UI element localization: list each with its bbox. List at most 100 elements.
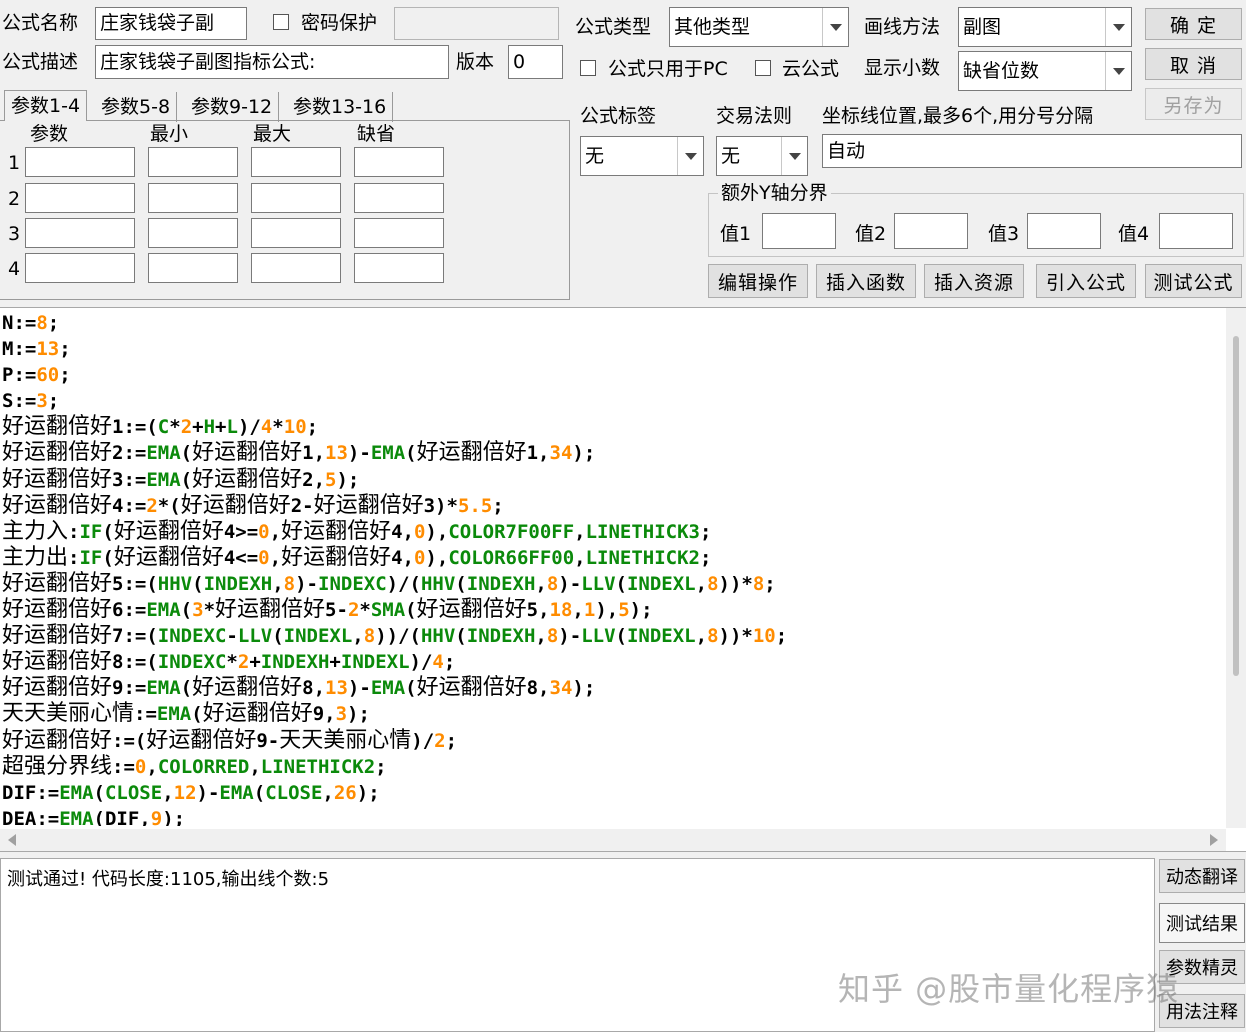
- param-2-default[interactable]: [354, 183, 444, 213]
- insert-function-button[interactable]: 插入函数: [816, 264, 916, 298]
- test-formula-button[interactable]: 测试公式: [1145, 264, 1242, 298]
- tab-params-13-16[interactable]: 参数13-16: [287, 92, 394, 122]
- value2-input[interactable]: [894, 213, 968, 249]
- code-line[interactable]: S:=3;: [2, 388, 1222, 414]
- code-line[interactable]: 好运翻倍好4:=2*(好运翻倍好2-好运翻倍好3)*5.5;: [2, 493, 1222, 519]
- param-3-default[interactable]: [354, 218, 444, 248]
- formula-desc-input[interactable]: 庄家钱袋子副图指标公式:: [95, 45, 449, 79]
- code-function: COLORRED: [157, 755, 250, 778]
- code-text[interactable]: N:=8; M:=13; P:=60; S:=3; 好运翻倍好1:=(C*2+H+L)/…: [2, 310, 1222, 826]
- code-function: EMA: [59, 807, 94, 826]
- code-token: 4,: [391, 546, 414, 569]
- code-token: 好运翻倍好: [2, 623, 113, 649]
- tab-params-5-8[interactable]: 参数5-8: [95, 92, 178, 122]
- param-2-name[interactable]: [25, 183, 135, 213]
- code-token: );: [572, 677, 596, 700]
- code-line[interactable]: 好运翻倍好2:=EMA(好运翻倍好1,13)-EMA(好运翻倍好1,34);: [2, 440, 1222, 466]
- code-function: SMA: [370, 599, 406, 622]
- decimals-value: 缺省位数: [963, 60, 1040, 82]
- param-4-min[interactable]: [148, 253, 238, 283]
- param-1-max[interactable]: [251, 147, 341, 177]
- code-line[interactable]: 好运翻倍好7:=(INDEXC-LLV(INDEXL,8))/(HHV(INDE…: [2, 623, 1222, 649]
- code-token: ,: [322, 781, 334, 804]
- draw-method-select[interactable]: 副图: [958, 7, 1132, 47]
- code-line[interactable]: 好运翻倍好3:=EMA(好运翻倍好2,5);: [2, 467, 1222, 493]
- dynamic-translate-button[interactable]: 动态翻译: [1159, 859, 1245, 893]
- version-label: 版本: [456, 51, 495, 73]
- code-token: 3)*: [423, 494, 458, 517]
- param-3-min[interactable]: [148, 218, 238, 248]
- code-token: ,: [535, 572, 547, 595]
- code-line[interactable]: 好运翻倍好6:=EMA(3*好运翻倍好5-2*SMA(好运翻倍好5,18,1),…: [2, 597, 1222, 623]
- coord-line-input[interactable]: 自动: [822, 134, 1242, 168]
- trade-rule-select[interactable]: 无: [716, 136, 808, 176]
- tab-params-1-4[interactable]: 参数1-4: [4, 90, 88, 121]
- scroll-left-icon[interactable]: [8, 834, 16, 846]
- edit-operation-button[interactable]: 编辑操作: [708, 264, 808, 298]
- code-token: 主力入: [2, 518, 69, 544]
- insert-resource-button[interactable]: 插入资源: [924, 264, 1024, 298]
- param-3-max[interactable]: [251, 218, 341, 248]
- param-2-max[interactable]: [251, 183, 341, 213]
- cancel-button[interactable]: 取 消: [1145, 48, 1242, 80]
- param-1-name[interactable]: [25, 147, 135, 177]
- code-function: EMA: [146, 468, 181, 491]
- code-line[interactable]: DIF:=EMA(CLOSE,12)-EMA(CLOSE,26);: [2, 780, 1222, 806]
- code-line[interactable]: 主力出:IF(好运翻倍好4<=0,好运翻倍好4,0),COLOR66FF00,L…: [2, 545, 1222, 571]
- code-line[interactable]: 天天美丽心情:=EMA(好运翻倍好9,3);: [2, 701, 1222, 727]
- value4-input[interactable]: [1159, 213, 1233, 249]
- password-checkbox[interactable]: [273, 14, 289, 30]
- code-line[interactable]: 好运翻倍好8:=(INDEXC*2+INDEXH+INDEXL)/4;: [2, 649, 1222, 675]
- scroll-thumb[interactable]: [1233, 336, 1239, 676]
- code-token: ;: [775, 625, 788, 648]
- param-1-min[interactable]: [148, 147, 238, 177]
- version-input[interactable]: 0: [508, 45, 563, 79]
- code-number: 0: [413, 546, 426, 569]
- code-token: (: [180, 468, 193, 491]
- code-line[interactable]: DEA:=EMA(DIF,9);: [2, 806, 1222, 826]
- formula-tag-select[interactable]: 无: [580, 136, 704, 176]
- pc-only-checkbox[interactable]: [580, 60, 596, 76]
- code-line[interactable]: 好运翻倍好1:=(C*2+H+L)/4*10;: [2, 414, 1222, 440]
- param-4-max[interactable]: [251, 253, 341, 283]
- code-line[interactable]: 好运翻倍好5:=(HHV(INDEXH,8)-INDEXC)/(HHV(INDE…: [2, 571, 1222, 597]
- param-4-default[interactable]: [354, 253, 444, 283]
- draw-method-value: 副图: [963, 16, 1002, 38]
- code-token: 好运翻倍好: [2, 492, 113, 518]
- scroll-right-icon[interactable]: [1210, 834, 1218, 846]
- cloud-checkbox[interactable]: [755, 60, 771, 76]
- code-token: 5:=(: [112, 572, 158, 595]
- param-2-min[interactable]: [148, 183, 238, 213]
- tab-params-9-12[interactable]: 参数9-12: [185, 92, 280, 122]
- code-function: IF: [79, 520, 103, 543]
- code-token: ;: [306, 416, 319, 439]
- code-token: 好运翻倍好: [2, 466, 113, 492]
- test-result-button[interactable]: 测试结果: [1159, 903, 1245, 943]
- code-line[interactable]: M:=13;: [2, 336, 1222, 362]
- value1-input[interactable]: [762, 213, 836, 249]
- code-line[interactable]: P:=60;: [2, 362, 1222, 388]
- y-axis-group-label: 额外Y轴分界: [718, 181, 831, 205]
- code-function: EMA: [156, 703, 192, 726]
- formula-type-select[interactable]: 其他类型: [669, 7, 849, 47]
- code-line[interactable]: 好运翻倍好:=(好运翻倍好9-天天美丽心情)/2;: [2, 728, 1222, 754]
- horizontal-scrollbar[interactable]: [0, 829, 1226, 851]
- code-token: );: [162, 807, 186, 826]
- import-formula-button[interactable]: 引入公式: [1036, 264, 1136, 298]
- vertical-scrollbar[interactable]: [1226, 308, 1246, 828]
- value1-label: 值1: [720, 223, 752, 245]
- ok-button[interactable]: 确 定: [1145, 8, 1242, 40]
- code-line[interactable]: 好运翻倍好9:=EMA(好运翻倍好8,13)-EMA(好运翻倍好8,34);: [2, 675, 1222, 701]
- param-1-default[interactable]: [354, 147, 444, 177]
- code-line[interactable]: 超强分界线:=0,COLORRED,LINETHICK2;: [2, 754, 1222, 780]
- param-4-name[interactable]: [25, 253, 135, 283]
- code-editor[interactable]: N:=8; M:=13; P:=60; S:=3; 好运翻倍好1:=(C*2+H+L)/…: [0, 307, 1246, 852]
- value3-input[interactable]: [1027, 213, 1101, 249]
- code-token: ,: [574, 546, 586, 569]
- code-line[interactable]: N:=8;: [2, 310, 1222, 336]
- formula-name-input[interactable]: 庄家钱袋子副: [95, 7, 247, 40]
- code-line[interactable]: 主力入:IF(好运翻倍好4>=0,好运翻倍好4,0),COLOR7F00FF,L…: [2, 519, 1222, 545]
- code-token: 好运翻倍好: [146, 727, 257, 753]
- decimals-select[interactable]: 缺省位数: [958, 51, 1132, 91]
- param-3-name[interactable]: [25, 218, 135, 248]
